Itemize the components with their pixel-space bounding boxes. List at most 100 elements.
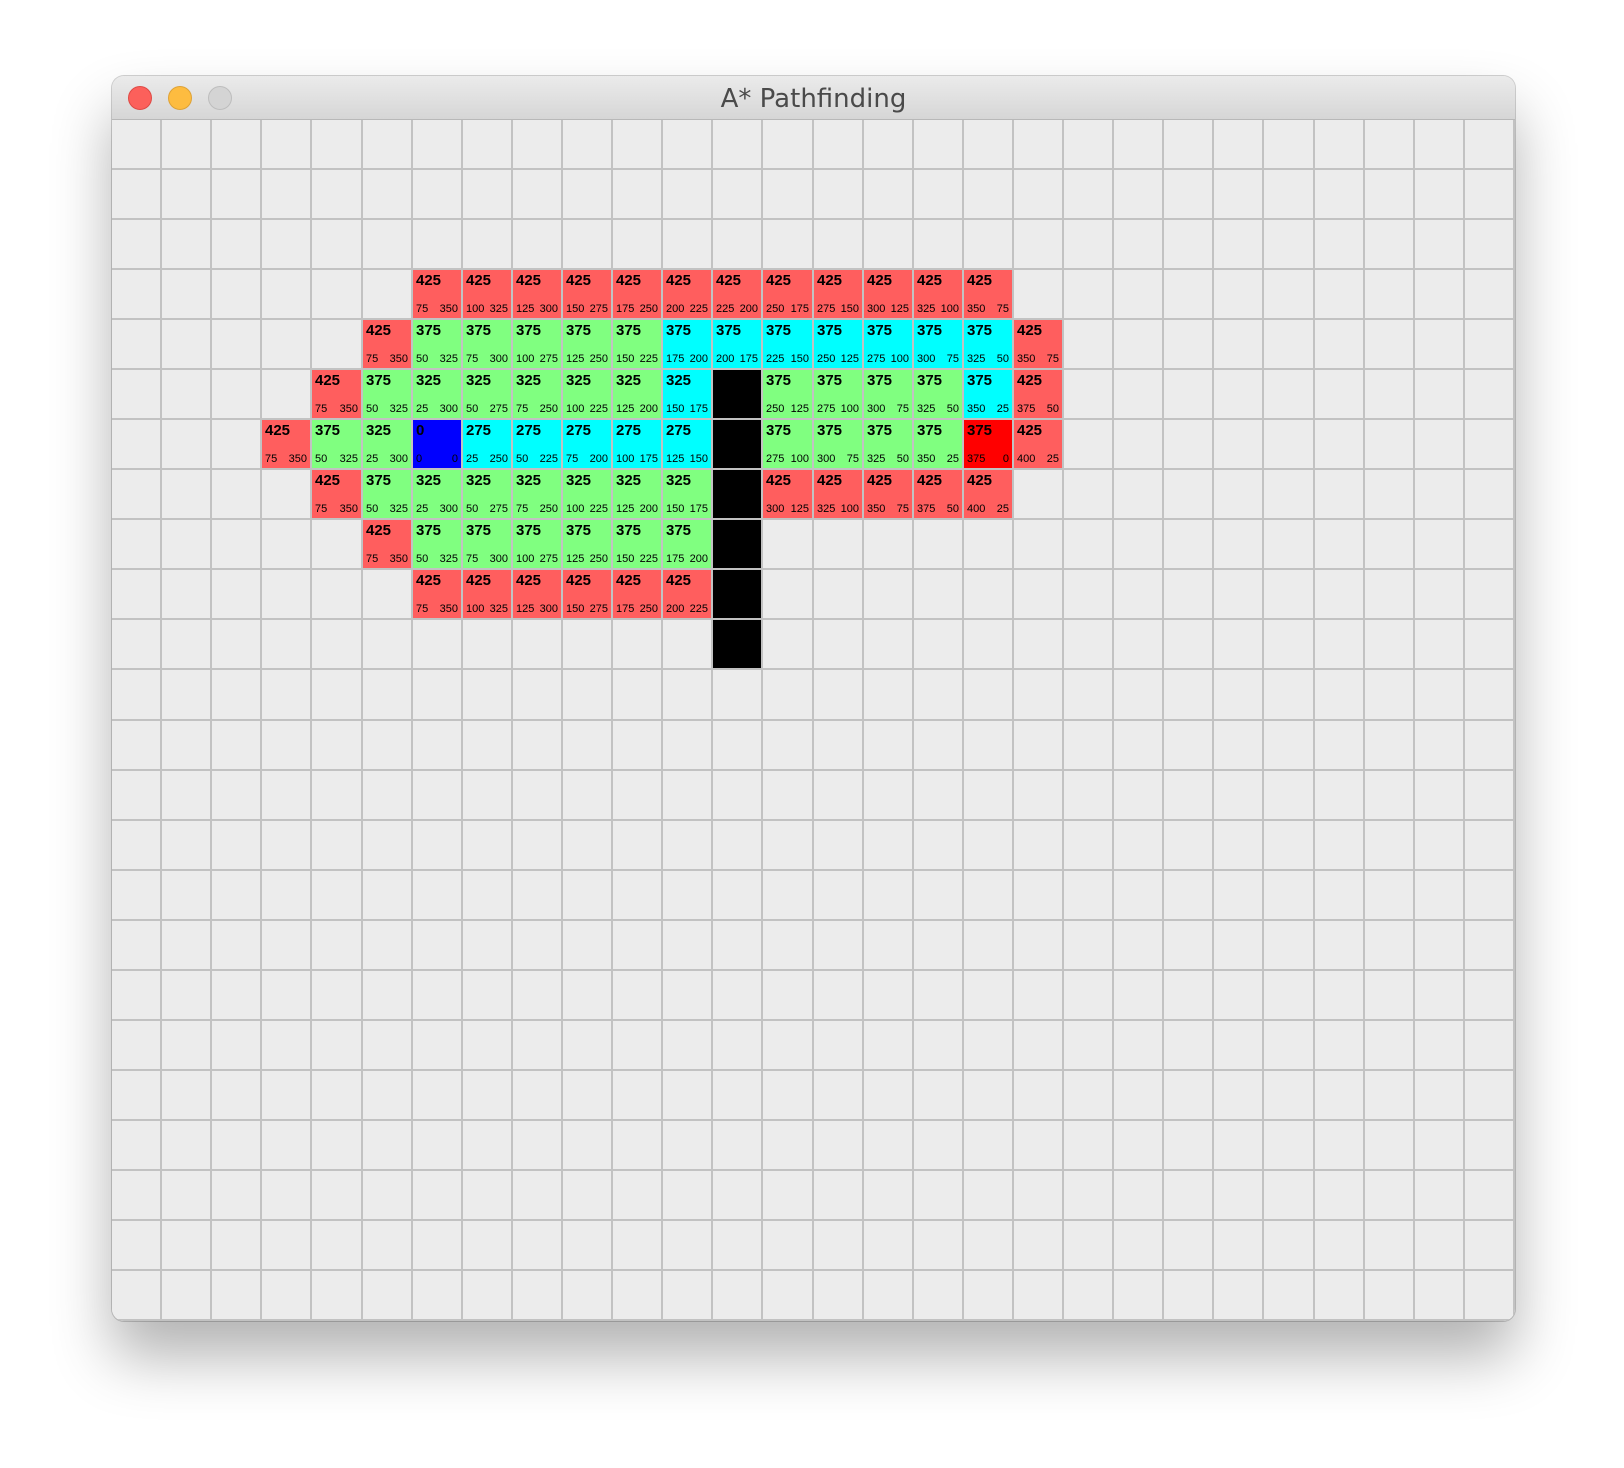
grid-cell-empty[interactable] xyxy=(1064,1271,1114,1321)
grid-cell-empty[interactable] xyxy=(663,670,713,721)
grid-cell-empty[interactable] xyxy=(413,1021,463,1071)
grid-cell-empty[interactable] xyxy=(1064,871,1114,921)
grid-cell-empty[interactable] xyxy=(1014,570,1064,620)
grid-cell-empty[interactable] xyxy=(463,1171,513,1221)
grid-cell-empty[interactable] xyxy=(864,1171,914,1221)
grid-cell-empty[interactable] xyxy=(613,971,663,1021)
grid-cell-empty[interactable] xyxy=(1365,971,1415,1021)
grid-cell-empty[interactable] xyxy=(212,570,262,620)
grid-cell-empty[interactable] xyxy=(312,170,363,220)
grid-cell-closed[interactable]: 375 175 200 xyxy=(663,520,713,570)
grid-cell-empty[interactable] xyxy=(363,821,413,871)
grid-cell-empty[interactable] xyxy=(763,1221,814,1271)
grid-cell-empty[interactable] xyxy=(212,420,262,470)
grid-cell-empty[interactable] xyxy=(162,921,212,971)
grid-cell-empty[interactable] xyxy=(513,1221,563,1271)
grid-cell-empty[interactable] xyxy=(763,871,814,921)
grid-cell-open[interactable]: 425 325 100 xyxy=(814,470,864,520)
grid-cell-empty[interactable] xyxy=(112,1121,162,1171)
grid-cell-empty[interactable] xyxy=(1264,971,1315,1021)
grid-cell-empty[interactable] xyxy=(1014,971,1064,1021)
grid-cell-empty[interactable] xyxy=(1315,270,1365,320)
grid-cell-empty[interactable] xyxy=(1415,120,1465,170)
grid-cell-closed[interactable]: 325 25 300 xyxy=(363,420,413,470)
grid-cell-empty[interactable] xyxy=(964,620,1014,670)
grid-cell-empty[interactable] xyxy=(262,470,312,520)
grid-cell-closed[interactable]: 375 325 50 xyxy=(864,420,914,470)
grid-cell-empty[interactable] xyxy=(1315,620,1365,670)
grid-cell-path[interactable]: 275 25 250 xyxy=(463,420,513,470)
grid-cell-closed[interactable]: 375 275 100 xyxy=(814,370,864,420)
grid-cell-empty[interactable] xyxy=(864,721,914,771)
grid-cell-empty[interactable] xyxy=(563,120,613,170)
grid-cell-empty[interactable] xyxy=(914,1071,964,1121)
grid-cell-empty[interactable] xyxy=(363,721,413,771)
grid-cell-path[interactable]: 275 75 200 xyxy=(563,420,613,470)
grid-cell-empty[interactable] xyxy=(1014,1221,1064,1271)
grid-cell-empty[interactable] xyxy=(513,1171,563,1221)
grid-cell-empty[interactable] xyxy=(864,971,914,1021)
grid-cell-empty[interactable] xyxy=(663,170,713,220)
grid-cell-empty[interactable] xyxy=(162,670,212,721)
grid-cell-wall[interactable] xyxy=(713,570,763,620)
grid-cell-closed[interactable]: 375 125 250 xyxy=(563,520,613,570)
grid-cell-empty[interactable] xyxy=(513,871,563,921)
grid-cell-empty[interactable] xyxy=(1264,220,1315,270)
grid-cell-open[interactable]: 425 350 75 xyxy=(964,270,1014,320)
grid-cell-empty[interactable] xyxy=(663,1071,713,1121)
grid-cell-closed[interactable]: 375 50 325 xyxy=(413,320,463,370)
grid-cell-empty[interactable] xyxy=(1064,620,1114,670)
grid-cell-empty[interactable] xyxy=(814,871,864,921)
grid-cell-empty[interactable] xyxy=(1114,220,1164,270)
grid-cell-empty[interactable] xyxy=(814,771,864,821)
grid-cell-empty[interactable] xyxy=(1315,721,1365,771)
grid-cell-empty[interactable] xyxy=(613,1121,663,1171)
grid-cell-empty[interactable] xyxy=(713,670,763,721)
grid-cell-empty[interactable] xyxy=(463,620,513,670)
grid-cell-empty[interactable] xyxy=(1365,921,1415,971)
grid-cell-closed[interactable]: 375 150 225 xyxy=(613,520,663,570)
grid-cell-empty[interactable] xyxy=(212,1071,262,1121)
grid-cell-empty[interactable] xyxy=(1114,1171,1164,1221)
grid-cell-open[interactable]: 425 100 325 xyxy=(463,570,513,620)
grid-cell-empty[interactable] xyxy=(212,1221,262,1271)
grid-cell-empty[interactable] xyxy=(262,871,312,921)
grid-cell-empty[interactable] xyxy=(1064,971,1114,1021)
grid-cell-empty[interactable] xyxy=(814,821,864,871)
grid-cell-empty[interactable] xyxy=(1164,220,1214,270)
grid-cell-empty[interactable] xyxy=(1214,1121,1264,1171)
grid-cell-empty[interactable] xyxy=(1114,270,1164,320)
grid-cell-empty[interactable] xyxy=(814,1121,864,1171)
grid-cell-empty[interactable] xyxy=(1164,620,1214,670)
grid-cell-empty[interactable] xyxy=(1264,320,1315,370)
grid-cell-empty[interactable] xyxy=(212,771,262,821)
grid-cell-empty[interactable] xyxy=(1214,871,1264,921)
grid-cell-empty[interactable] xyxy=(262,1121,312,1171)
grid-cell-empty[interactable] xyxy=(763,170,814,220)
grid-cell-empty[interactable] xyxy=(1315,670,1365,721)
grid-cell-empty[interactable] xyxy=(112,270,162,320)
grid-cell-empty[interactable] xyxy=(1465,1071,1515,1121)
grid-cell-empty[interactable] xyxy=(1264,620,1315,670)
grid-cell-empty[interactable] xyxy=(864,220,914,270)
grid-cell-empty[interactable] xyxy=(1214,270,1264,320)
grid-cell-empty[interactable] xyxy=(563,220,613,270)
grid-cell-empty[interactable] xyxy=(1164,270,1214,320)
grid-cell-empty[interactable] xyxy=(1114,320,1164,370)
grid-cell-empty[interactable] xyxy=(1164,871,1214,921)
grid-cell-empty[interactable] xyxy=(363,1071,413,1121)
grid-cell-empty[interactable] xyxy=(1164,1271,1214,1321)
grid-cell-empty[interactable] xyxy=(1365,470,1415,520)
grid-cell-empty[interactable] xyxy=(212,1121,262,1171)
grid-cell-empty[interactable] xyxy=(1014,670,1064,721)
grid-cell-empty[interactable] xyxy=(1214,220,1264,270)
grid-cell-empty[interactable] xyxy=(964,1271,1014,1321)
grid-cell-empty[interactable] xyxy=(964,220,1014,270)
grid-cell-path[interactable]: 325 150 175 xyxy=(663,370,713,420)
grid-cell-empty[interactable] xyxy=(162,721,212,771)
grid-cell-empty[interactable] xyxy=(914,170,964,220)
grid-cell-empty[interactable] xyxy=(914,1221,964,1271)
grid-cell-empty[interactable] xyxy=(363,170,413,220)
grid-cell-empty[interactable] xyxy=(663,1171,713,1221)
grid-cell-empty[interactable] xyxy=(814,120,864,170)
